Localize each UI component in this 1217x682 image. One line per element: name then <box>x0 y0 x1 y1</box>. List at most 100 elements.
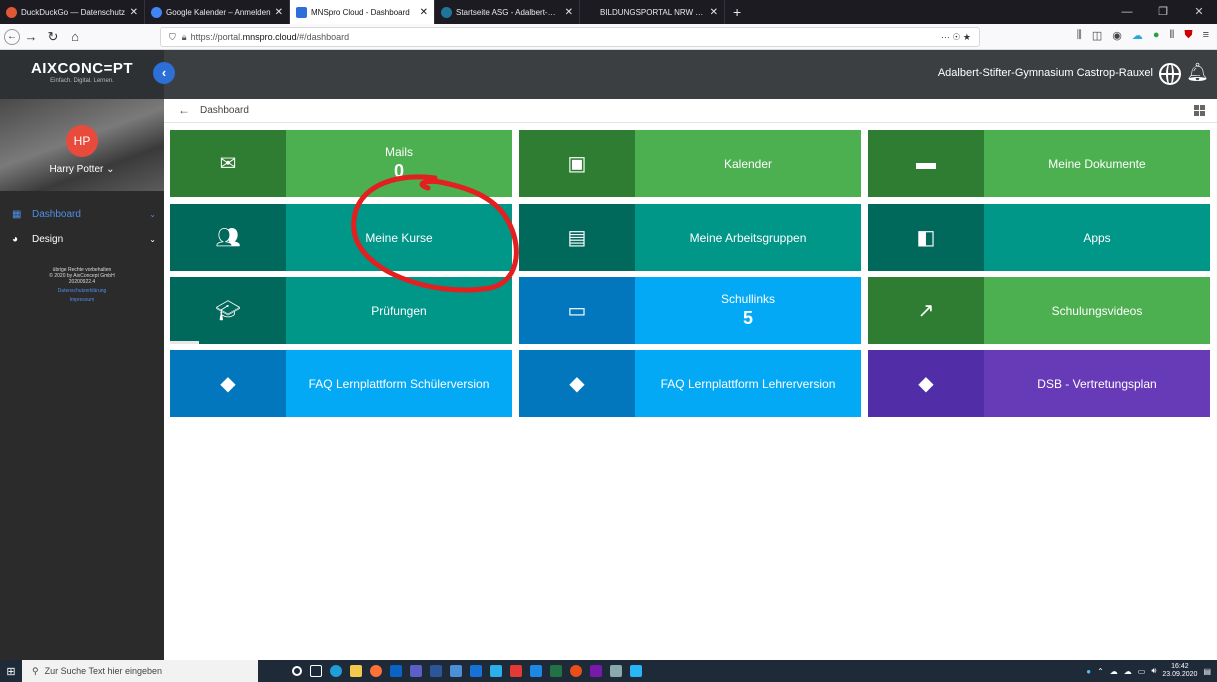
outlook-icon[interactable] <box>390 665 402 677</box>
calendar-icon: ▣ <box>519 130 635 197</box>
sidebar-item-dashboard[interactable]: ▦ Dashboard ⌄ <box>0 204 164 224</box>
tile-body: Kalender <box>635 130 861 197</box>
close-window-icon[interactable]: ✕ <box>1181 0 1217 24</box>
task-view-icon[interactable] <box>310 665 322 677</box>
taskbar-search[interactable]: ⚲ Zur Suche Text hier eingeben <box>22 660 258 682</box>
maximize-icon[interactable]: ❐ <box>1145 0 1181 24</box>
cloud-icon[interactable]: ☁ <box>1124 667 1132 676</box>
app-icon[interactable] <box>450 665 462 677</box>
volume-icon[interactable]: 🔊︎ <box>1151 666 1156 676</box>
shield-icon: ⛉ <box>169 31 176 42</box>
dashboard-tile[interactable]: ◆ FAQ Lernplattform Lehrerversion <box>519 350 861 417</box>
dashboard-tile[interactable]: ◆ FAQ Lernplattform Schülerversion <box>170 350 512 417</box>
dashboard-tile[interactable]: ↗ Schulungsvideos <box>868 277 1210 344</box>
back-arrow-icon[interactable]: ← <box>178 103 190 117</box>
duckduckgo-icon <box>6 6 17 18</box>
tile-label: FAQ Lernplattform Schülerversion <box>308 376 490 391</box>
logo-text: AIXCONC=PT <box>30 60 134 77</box>
back-icon[interactable]: ← <box>4 28 20 45</box>
browser-tab[interactable]: Startseite ASG - Adalbert-Stifter ✕ <box>435 0 580 24</box>
url-bar[interactable]: ⛉ 🔒︎ https://portal. mnspro.cloud/#/dashb… <box>160 27 980 47</box>
notification-center-icon[interactable]: ▤ <box>1203 667 1211 676</box>
chevron-up-icon[interactable]: ⌃ <box>1097 667 1104 676</box>
browser-tab[interactable]: Google Kalender – Anmelden ✕ <box>145 0 290 24</box>
minimize-icon[interactable]: — <box>1109 0 1145 24</box>
imprint-link[interactable]: Impressum <box>0 297 164 303</box>
network-icon[interactable]: ▭ <box>1138 667 1146 676</box>
teams-icon[interactable] <box>410 665 422 677</box>
app-icon[interactable] <box>510 665 522 677</box>
app-icon[interactable] <box>630 665 642 677</box>
user-menu[interactable]: Harry Potter ⌄ <box>0 164 164 175</box>
extension-icon[interactable]: ☁ <box>1132 29 1143 42</box>
mnspro-icon <box>296 6 307 18</box>
envelope-icon: ✉ <box>170 130 286 197</box>
sidebar-item-design[interactable]: ◕ Design ⌄ <box>0 229 164 249</box>
close-icon[interactable]: ✕ <box>130 7 138 18</box>
browser-nav-bar: ← → ↻ ⌂ ⛉ 🔒︎ https://portal. mnspro.cloud… <box>0 24 1217 50</box>
avatar[interactable]: HP <box>66 125 98 157</box>
word-icon[interactable] <box>430 665 442 677</box>
tile-label: Schullinks <box>720 292 776 306</box>
direction-icon: ◆ <box>170 350 286 417</box>
help-icon[interactable]: ● <box>1086 667 1091 676</box>
dashboard-tile[interactable]: ▭ Schullinks 5 <box>519 277 861 344</box>
forward-icon[interactable]: → <box>20 29 42 44</box>
sidebar-collapse-button[interactable]: ‹ <box>153 62 175 84</box>
close-icon[interactable]: ✕ <box>275 7 283 18</box>
app-header: AIXCONC=PT Einfach. Digital. Lernen. ‹ A… <box>0 50 1217 99</box>
dashboard-tile[interactable]: ◆ DSB - Vertretungsplan <box>868 350 1210 417</box>
menu-icon[interactable]: ≡ <box>1203 29 1209 42</box>
cortana-icon[interactable] <box>292 666 302 676</box>
dashboard-tile[interactable]: ▬ Meine Dokumente <box>868 130 1210 197</box>
window-controls: — ❐ ✕ <box>1109 0 1217 24</box>
cloud-icon[interactable]: ☁ <box>1110 667 1118 676</box>
window-icon: ▭ <box>519 277 635 344</box>
ublock-icon[interactable]: ⛊ <box>1184 29 1192 42</box>
browser-tab-active[interactable]: MNSpro Cloud - Dashboard ✕ <box>290 0 435 24</box>
app-icon[interactable] <box>610 665 622 677</box>
explorer-icon[interactable] <box>350 665 362 677</box>
tile-body: Apps <box>984 204 1210 271</box>
page-actions[interactable]: ··· ☉ ★ <box>941 32 971 43</box>
calendar-app-icon[interactable] <box>470 665 482 677</box>
browser-tab[interactable]: BILDUNGSPORTAL NRW - Anm ✕ <box>580 0 725 24</box>
tab-label: Startseite ASG - Adalbert-Stifter <box>456 7 561 17</box>
logo[interactable]: AIXCONC=PT Einfach. Digital. Lernen. <box>0 50 164 99</box>
tab-label: DuckDuckGo — Datenschutz <box>21 7 126 17</box>
notification-bell-icon[interactable]: 🔔︎ <box>1186 62 1209 83</box>
close-icon[interactable]: ✕ <box>420 7 428 18</box>
browser-tab[interactable]: DuckDuckGo — Datenschutz ✕ <box>0 0 145 24</box>
onenote-icon[interactable] <box>590 665 602 677</box>
close-icon[interactable]: ✕ <box>565 7 573 18</box>
dashboard-tile[interactable]: ▤ Meine Arbeitsgruppen <box>519 204 861 271</box>
app-icon[interactable] <box>530 665 542 677</box>
sidebar-toggle-icon[interactable]: ◫ <box>1092 29 1102 42</box>
extension-icon[interactable]: ● <box>1153 29 1160 42</box>
dashboard-icon: ▦ <box>12 208 22 220</box>
dashboard-tile[interactable]: ▣ Kalender <box>519 130 861 197</box>
privacy-link[interactable]: Datenschutzerklärung <box>0 288 164 294</box>
windows-start-icon[interactable]: ⊞ <box>0 665 22 678</box>
view-toggle-icon[interactable] <box>1194 105 1205 116</box>
reload-icon[interactable]: ↻ <box>42 29 64 45</box>
excel-icon[interactable] <box>550 665 562 677</box>
app-icon[interactable] <box>570 665 582 677</box>
library-icon[interactable]: ⫼ <box>1077 29 1082 42</box>
tile-label: Mails <box>384 145 413 159</box>
tile-label: DSB - Vertretungsplan <box>1037 376 1157 391</box>
firefox-icon[interactable] <box>370 665 382 677</box>
clock[interactable]: 16:42 23.09.2020 <box>1162 663 1197 679</box>
people-icon: 👥︎ <box>170 204 286 271</box>
dashboard-tile[interactable]: ◧ Apps <box>868 204 1210 271</box>
edge-icon[interactable] <box>330 665 342 677</box>
globe-icon[interactable] <box>1159 63 1181 85</box>
new-tab-button[interactable]: + <box>725 0 749 24</box>
account-icon[interactable]: ◉ <box>1112 29 1122 42</box>
home-icon[interactable]: ⌂ <box>64 29 86 44</box>
lock-icon: 🔒︎ <box>181 31 187 42</box>
version-line: 20200922.4 <box>68 279 96 285</box>
extension-icon[interactable]: ⦀ <box>1169 29 1174 42</box>
close-icon[interactable]: ✕ <box>710 7 718 18</box>
app-icon[interactable] <box>490 665 502 677</box>
